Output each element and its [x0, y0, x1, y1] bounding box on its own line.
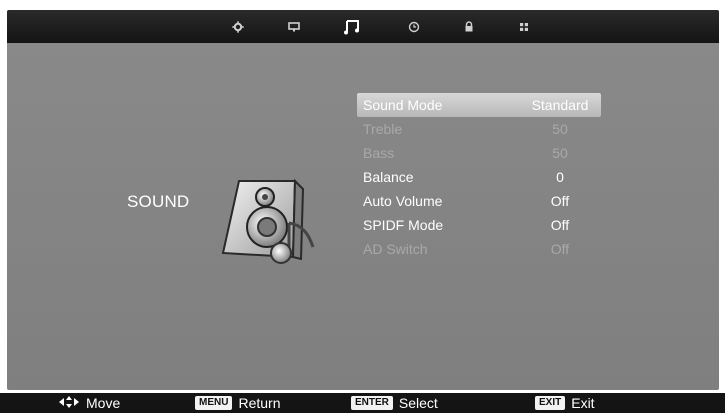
menu-item-value: 0: [556, 169, 564, 185]
menu-item-balance[interactable]: Balance 0: [357, 165, 601, 189]
sound-settings-menu: Sound Mode Standard Treble 50 Bass 50 Ba…: [357, 93, 601, 261]
tv-settings-screen: SOUND Sound Mode Standard Treble 50 Bass…: [7, 10, 719, 390]
tab-setup[interactable]: [509, 10, 539, 43]
hint-move: Move: [58, 393, 120, 413]
dpad-icon: [58, 395, 80, 412]
menu-item-label: AD Switch: [363, 241, 428, 257]
enter-key: ENTER: [351, 396, 393, 410]
menu-item-value: Off: [550, 193, 570, 209]
menu-item-label: Bass: [363, 145, 395, 161]
menu-item-label: SPIDF Mode: [363, 217, 444, 233]
exit-key: EXIT: [535, 396, 566, 410]
monitor-icon: [288, 21, 300, 33]
tab-time[interactable]: [399, 10, 429, 43]
clock-icon: [408, 21, 420, 33]
menu-item-ad-switch: AD Switch Off: [357, 237, 601, 261]
menu-item-value: 50: [552, 121, 568, 137]
menu-item-treble: Treble 50: [357, 117, 601, 141]
menu-item-value: Off: [550, 241, 570, 257]
grid-icon: [518, 21, 530, 33]
gear-icon: [232, 20, 244, 33]
hint-label: Select: [398, 395, 438, 411]
hint-label: Return: [238, 395, 281, 411]
tab-sound[interactable]: [337, 10, 367, 43]
menu-item-spidf-mode[interactable]: SPIDF Mode Off: [357, 213, 601, 237]
music-note-icon: [343, 18, 361, 36]
lock-icon: [463, 20, 475, 33]
speaker-icon: [215, 175, 325, 265]
menu-item-label: Sound Mode: [363, 97, 443, 113]
hint-return: MENU Return: [195, 393, 280, 413]
top-tab-bar: [7, 10, 719, 43]
tab-screen[interactable]: [279, 10, 309, 43]
menu-item-auto-volume[interactable]: Auto Volume Off: [357, 189, 601, 213]
section-title: SOUND: [127, 192, 190, 211]
menu-item-value: 50: [552, 145, 568, 161]
menu-item-label: Balance: [363, 169, 414, 185]
hint-label: Exit: [571, 395, 595, 411]
tab-lock[interactable]: [454, 10, 484, 43]
menu-item-sound-mode[interactable]: Sound Mode Standard: [357, 93, 601, 117]
tab-picture[interactable]: [223, 10, 253, 43]
menu-item-value: Off: [550, 217, 570, 233]
hint-label: Move: [86, 395, 121, 411]
bottom-hint-bar: Move MENU Return ENTER Select EXIT Exit: [0, 393, 725, 413]
hint-select: ENTER Select: [351, 393, 438, 413]
hint-exit: EXIT Exit: [535, 393, 595, 413]
menu-item-label: Auto Volume: [363, 193, 443, 209]
menu-item-value: Standard: [531, 97, 589, 113]
menu-key: MENU: [195, 396, 233, 410]
menu-item-bass: Bass 50: [357, 141, 601, 165]
menu-item-label: Treble: [363, 121, 403, 137]
